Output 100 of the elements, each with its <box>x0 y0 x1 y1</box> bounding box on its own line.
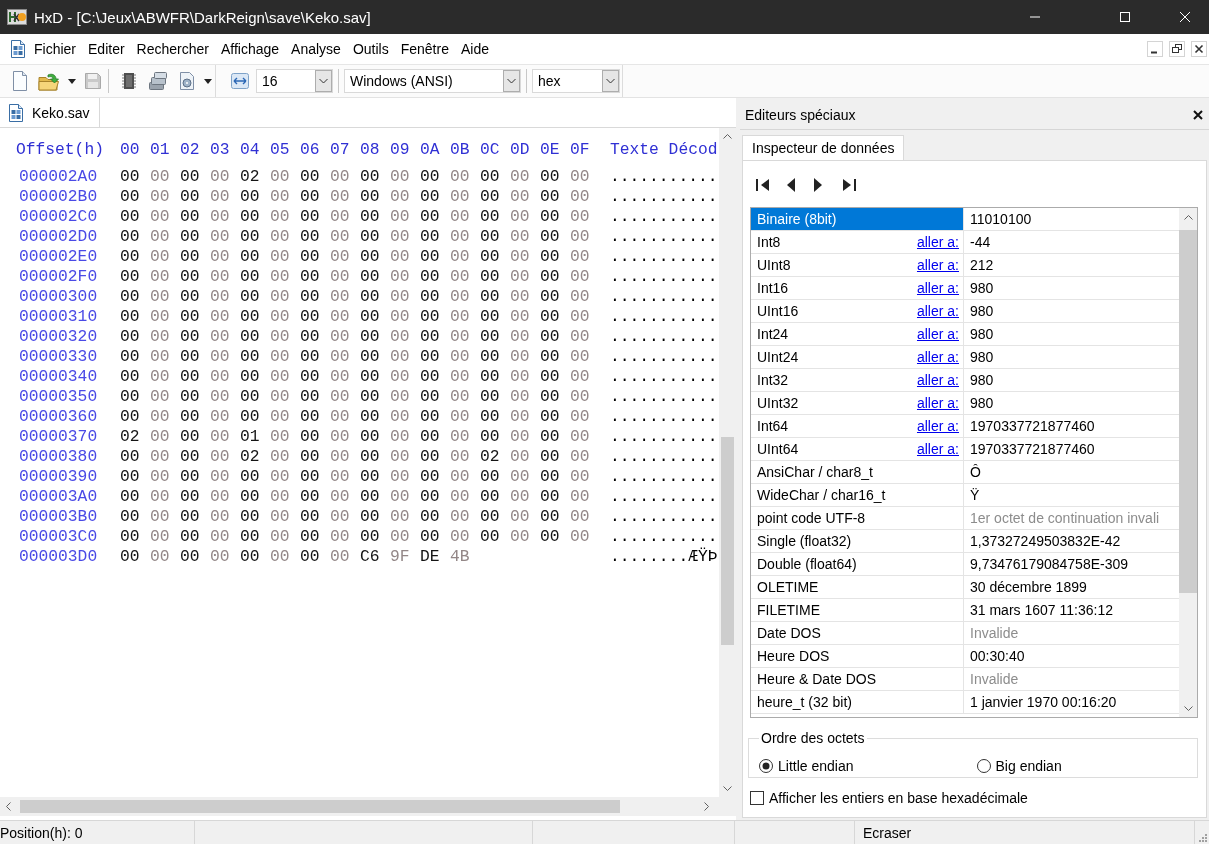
folder-arrow-icon[interactable] <box>38 71 60 91</box>
horizontal-scrollbar[interactable] <box>0 797 719 816</box>
maximize-icon[interactable] <box>1120 12 1130 22</box>
minimize-icon[interactable] <box>1147 41 1163 57</box>
close-icon[interactable] <box>1193 109 1203 120</box>
label-cell[interactable]: Date DOS <box>751 622 964 644</box>
hex-byte: 00 <box>180 347 200 367</box>
scroll-thumb[interactable] <box>20 800 620 813</box>
offset-base-dropdown[interactable]: hex <box>532 69 620 93</box>
next-icon[interactable] <box>814 178 824 192</box>
scroll-thumb[interactable] <box>721 437 734 645</box>
checkbox-option[interactable]: Afficher les entiers en base hexadécimale <box>750 788 1028 808</box>
chevron-down-icon[interactable] <box>602 70 619 92</box>
goto-link[interactable]: aller a: <box>916 418 959 434</box>
menu-item[interactable]: Editer <box>82 39 131 59</box>
field-value: Ÿ <box>970 487 980 503</box>
menu-item[interactable]: Outils <box>346 39 395 59</box>
menu-item[interactable]: Analyse <box>285 39 347 59</box>
hex-byte: 00 <box>150 287 170 307</box>
decoded-text: ........... <box>610 487 718 507</box>
column-header: 0E <box>540 140 560 160</box>
scroll-thumb[interactable] <box>1179 230 1197 593</box>
hex-byte: 00 <box>480 247 500 267</box>
field-label: Int32 <box>757 372 790 388</box>
arrows-horizontal-icon[interactable] <box>231 73 249 89</box>
goto-link[interactable]: aller a: <box>916 257 959 273</box>
label-cell[interactable]: Int24 aller a: <box>751 323 964 345</box>
radio-option[interactable]: Big endian <box>976 758 1062 774</box>
goto-link[interactable]: aller a: <box>916 326 959 342</box>
panel-tab[interactable]: Inspecteur de données <box>742 135 905 160</box>
offset-label: 00000340 <box>19 367 99 387</box>
hex-byte: 00 <box>540 207 560 227</box>
label-cell[interactable]: WideChar / char16_t <box>751 484 964 506</box>
label-cell[interactable]: UInt8 aller a: <box>751 254 964 276</box>
radio-icon[interactable] <box>759 759 773 773</box>
new-file-icon[interactable] <box>12 71 28 91</box>
hex-byte: 00 <box>420 187 440 207</box>
column-header: 02 <box>180 140 200 160</box>
chevron-up-icon[interactable] <box>1183 214 1193 220</box>
hex-byte: 00 <box>330 547 350 567</box>
label-cell[interactable]: Int16 aller a: <box>751 277 964 299</box>
label-cell[interactable]: UInt24 aller a: <box>751 346 964 368</box>
chevron-down-icon[interactable] <box>503 70 520 92</box>
label-cell[interactable]: AnsiChar / char8_t <box>751 461 964 483</box>
label-cell[interactable]: UInt64 aller a: <box>751 438 964 460</box>
chevron-down-icon[interactable] <box>1183 705 1193 711</box>
goto-link[interactable]: aller a: <box>916 280 959 296</box>
hex-byte: 00 <box>270 487 290 507</box>
skip-end-icon[interactable] <box>841 177 857 193</box>
restore-icon[interactable] <box>1169 41 1185 57</box>
goto-link[interactable]: aller a: <box>916 441 959 457</box>
label-cell[interactable]: Binaire (8bit) <box>751 208 964 230</box>
goto-link[interactable]: aller a: <box>916 234 959 250</box>
goto-link[interactable]: aller a: <box>916 349 959 365</box>
label-cell[interactable]: Single (float32) <box>751 530 964 552</box>
radio-icon[interactable] <box>976 759 991 773</box>
menu-item[interactable]: Aide <box>454 39 495 59</box>
label-cell[interactable]: point code UTF-8 <box>751 507 964 529</box>
checkbox-icon[interactable] <box>750 791 764 805</box>
resize-grip-icon[interactable] <box>1199 834 1207 842</box>
label-cell[interactable]: heure_t (32 bit) <box>751 691 964 713</box>
menu-item[interactable]: Rechercher <box>130 39 215 59</box>
menu-item[interactable]: Fichier <box>28 39 82 59</box>
chevron-right-icon[interactable] <box>704 802 709 811</box>
label-cell[interactable]: Int8 aller a: <box>751 231 964 253</box>
chevron-left-icon[interactable] <box>6 802 11 811</box>
chevron-down-icon[interactable] <box>723 786 732 791</box>
decoded-text: ........... <box>610 227 718 247</box>
chevron-up-icon[interactable] <box>723 134 732 139</box>
chevron-down-icon[interactable] <box>315 70 332 92</box>
label-cell[interactable]: Double (float64) <box>751 553 964 575</box>
field-label: Double (float64) <box>757 556 858 572</box>
field-label: OLETIME <box>757 579 820 595</box>
hex-byte: 00 <box>570 467 590 487</box>
label-cell[interactable]: OLETIME <box>751 576 964 598</box>
memory-chip-icon[interactable] <box>121 72 137 90</box>
hex-byte: 00 <box>480 287 500 307</box>
label-cell[interactable]: UInt16 aller a: <box>751 300 964 322</box>
caret-icon[interactable] <box>68 78 76 84</box>
hex-byte: 00 <box>570 447 590 467</box>
disk-stack-icon[interactable] <box>149 72 167 90</box>
bytes-per-row-dropdown[interactable]: 16 <box>256 69 333 93</box>
label-cell[interactable]: FILETIME <box>751 599 964 621</box>
label-cell[interactable]: Int64 aller a: <box>751 415 964 437</box>
goto-link[interactable]: aller a: <box>916 303 959 319</box>
label-cell[interactable]: Int32 aller a: <box>751 369 964 391</box>
previous-icon[interactable] <box>785 178 795 192</box>
vertical-scrollbar[interactable] <box>1179 208 1197 717</box>
goto-link[interactable]: aller a: <box>916 372 959 388</box>
label-cell[interactable]: Heure DOS <box>751 645 964 667</box>
label-cell[interactable]: UInt32 aller a: <box>751 392 964 414</box>
charset-dropdown[interactable]: Windows (ANSI) <box>344 69 521 93</box>
goto-link[interactable]: aller a: <box>916 395 959 411</box>
label-cell[interactable]: Heure & Date DOS <box>751 668 964 690</box>
menu-item[interactable]: Affichage <box>214 39 286 59</box>
menu-item[interactable]: Fenêtre <box>394 39 455 59</box>
skip-start-icon[interactable] <box>755 177 771 193</box>
hex-byte: 00 <box>420 367 440 387</box>
radio-option[interactable]: Little endian <box>759 758 854 774</box>
caret-icon[interactable] <box>204 78 212 84</box>
